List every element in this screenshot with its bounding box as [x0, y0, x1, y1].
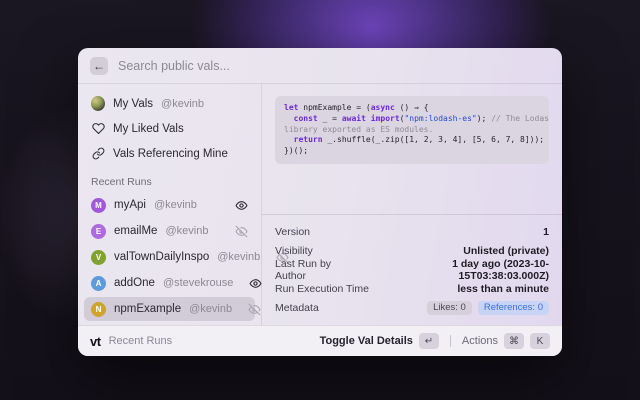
heart-icon	[91, 122, 105, 136]
user-handle: @kevinb	[217, 251, 260, 263]
code-line: })();	[284, 146, 540, 157]
detail-value: 1 day ago (2023-10-15T03:38:03.000Z)	[363, 258, 549, 282]
val-avatar: E	[91, 224, 106, 239]
sidebar-item-vals-referencing-mine[interactable]: Vals Referencing Mine	[84, 141, 255, 166]
val-avatar: V	[91, 250, 106, 265]
detail-row-version: Version 1	[275, 222, 549, 241]
recent-run-item-npmExample[interactable]: NnpmExample @kevinb	[84, 297, 255, 321]
val-details-table: Version 1 Visibility Unlisted (private) Last…	[262, 214, 562, 325]
detail-label: Run Execution Time	[275, 283, 369, 295]
detail-label: Last Run by Author	[275, 258, 363, 282]
val-detail-panel: let npmExample = (async () ⇒ { const _ =…	[262, 84, 562, 325]
back-button[interactable]: ←	[90, 57, 108, 75]
enter-key-icon: ↵	[419, 333, 439, 349]
code-line: const _ = await import("npm:lodash-es");…	[284, 114, 540, 125]
user-avatar	[91, 97, 105, 111]
detail-value: 1	[543, 226, 549, 238]
val-name: emailMe	[114, 225, 157, 237]
detail-label: Version	[275, 226, 310, 238]
detail-value: less than a minute	[457, 283, 549, 295]
val-avatar: M	[91, 198, 106, 213]
link-icon	[91, 147, 105, 161]
sidebar-item-label: Vals Referencing Mine	[113, 148, 228, 160]
sidebar-item-label: My Vals	[113, 98, 153, 110]
val-name: addOne	[114, 277, 155, 289]
sidebar-nav: My Vals @kevinb My Liked Vals Vals Referenc…	[84, 91, 255, 166]
search-input[interactable]	[118, 59, 550, 73]
references-badge[interactable]: References: 0	[478, 301, 549, 315]
main-area: My Vals @kevinb My Liked Vals Vals Referenc…	[78, 84, 562, 325]
toggle-val-details-button[interactable]: Toggle Val Details ↵	[320, 333, 439, 349]
command-key-icon: ⌘	[504, 333, 524, 349]
code-line: let npmExample = (async () ⇒ {	[284, 103, 540, 114]
sidebar: My Vals @kevinb My Liked Vals Vals Referenc…	[78, 84, 262, 325]
val-avatar: A	[91, 276, 106, 291]
user-handle: @kevinb	[165, 225, 208, 237]
val-name: valTownDailyInspo	[114, 251, 209, 263]
search-bar: ←	[78, 48, 562, 84]
detail-label: Visibility	[275, 245, 313, 257]
sidebar-item-label: My Liked Vals	[113, 123, 184, 135]
footer-bar: vt Recent Runs Toggle Val Details ↵ Acti…	[78, 325, 562, 356]
detail-value: Unlisted (private)	[463, 245, 549, 257]
val-name: myApi	[114, 199, 146, 211]
val-avatar: N	[91, 302, 106, 317]
likes-badge: Likes: 0	[427, 301, 472, 315]
code-line: library exported as ES modules.	[284, 125, 540, 136]
recent-runs-heading: Recent Runs	[91, 176, 248, 188]
code-line: return _.shuffle(_.zip([1, 2, 3, 4], [5,…	[284, 135, 540, 146]
back-arrow-icon: ←	[93, 59, 105, 73]
detail-row-last-run-by-author: Last Run by Author1 day ago (2023-10-15T…	[275, 260, 549, 279]
recent-run-item-valTownDailyInspo[interactable]: VvalTownDailyInspo@kevinb	[84, 245, 255, 269]
command-palette-window: ← My Vals @kevinb My Liked Vals Vals Refere…	[78, 48, 562, 356]
recent-run-item-addOne[interactable]: AaddOne @stevekrouse	[84, 271, 255, 295]
eye-icon	[235, 199, 248, 212]
eye-off-icon	[248, 303, 261, 316]
sidebar-item-my-vals[interactable]: My Vals @kevinb	[84, 91, 255, 116]
footer-context-label: Recent Runs	[109, 335, 173, 347]
recent-runs-list: MmyApi @kevinb EemailMe @kevinb VvalTownDail…	[84, 193, 255, 323]
detail-row-metadata: Metadata Likes: 0 References: 0	[275, 298, 549, 317]
actions-label: Actions	[462, 335, 498, 347]
code-preview: let npmExample = (async () ⇒ { const _ =…	[275, 96, 549, 164]
detail-row-run-execution-time: Run Execution Time less than a minute	[275, 279, 549, 298]
user-handle: @kevinb	[189, 303, 232, 315]
recent-run-item-emailMe[interactable]: EemailMe @kevinb	[84, 219, 255, 243]
eye-icon	[249, 277, 262, 290]
user-handle: @kevinb	[161, 98, 204, 110]
footer-divider	[450, 335, 451, 347]
user-handle: @kevinb	[154, 199, 197, 211]
k-key-icon: K	[530, 333, 550, 349]
val-name: npmExample	[114, 303, 181, 315]
valtown-logo: vt	[90, 334, 101, 349]
detail-label: Metadata	[275, 302, 319, 314]
eye-off-icon	[235, 225, 248, 238]
toggle-val-details-label: Toggle Val Details	[320, 335, 413, 347]
recent-run-item-myApi[interactable]: MmyApi @kevinb	[84, 193, 255, 217]
sidebar-item-my-liked-vals[interactable]: My Liked Vals	[84, 116, 255, 141]
user-handle: @stevekrouse	[163, 277, 233, 289]
actions-button[interactable]: Actions ⌘ K	[462, 333, 550, 349]
